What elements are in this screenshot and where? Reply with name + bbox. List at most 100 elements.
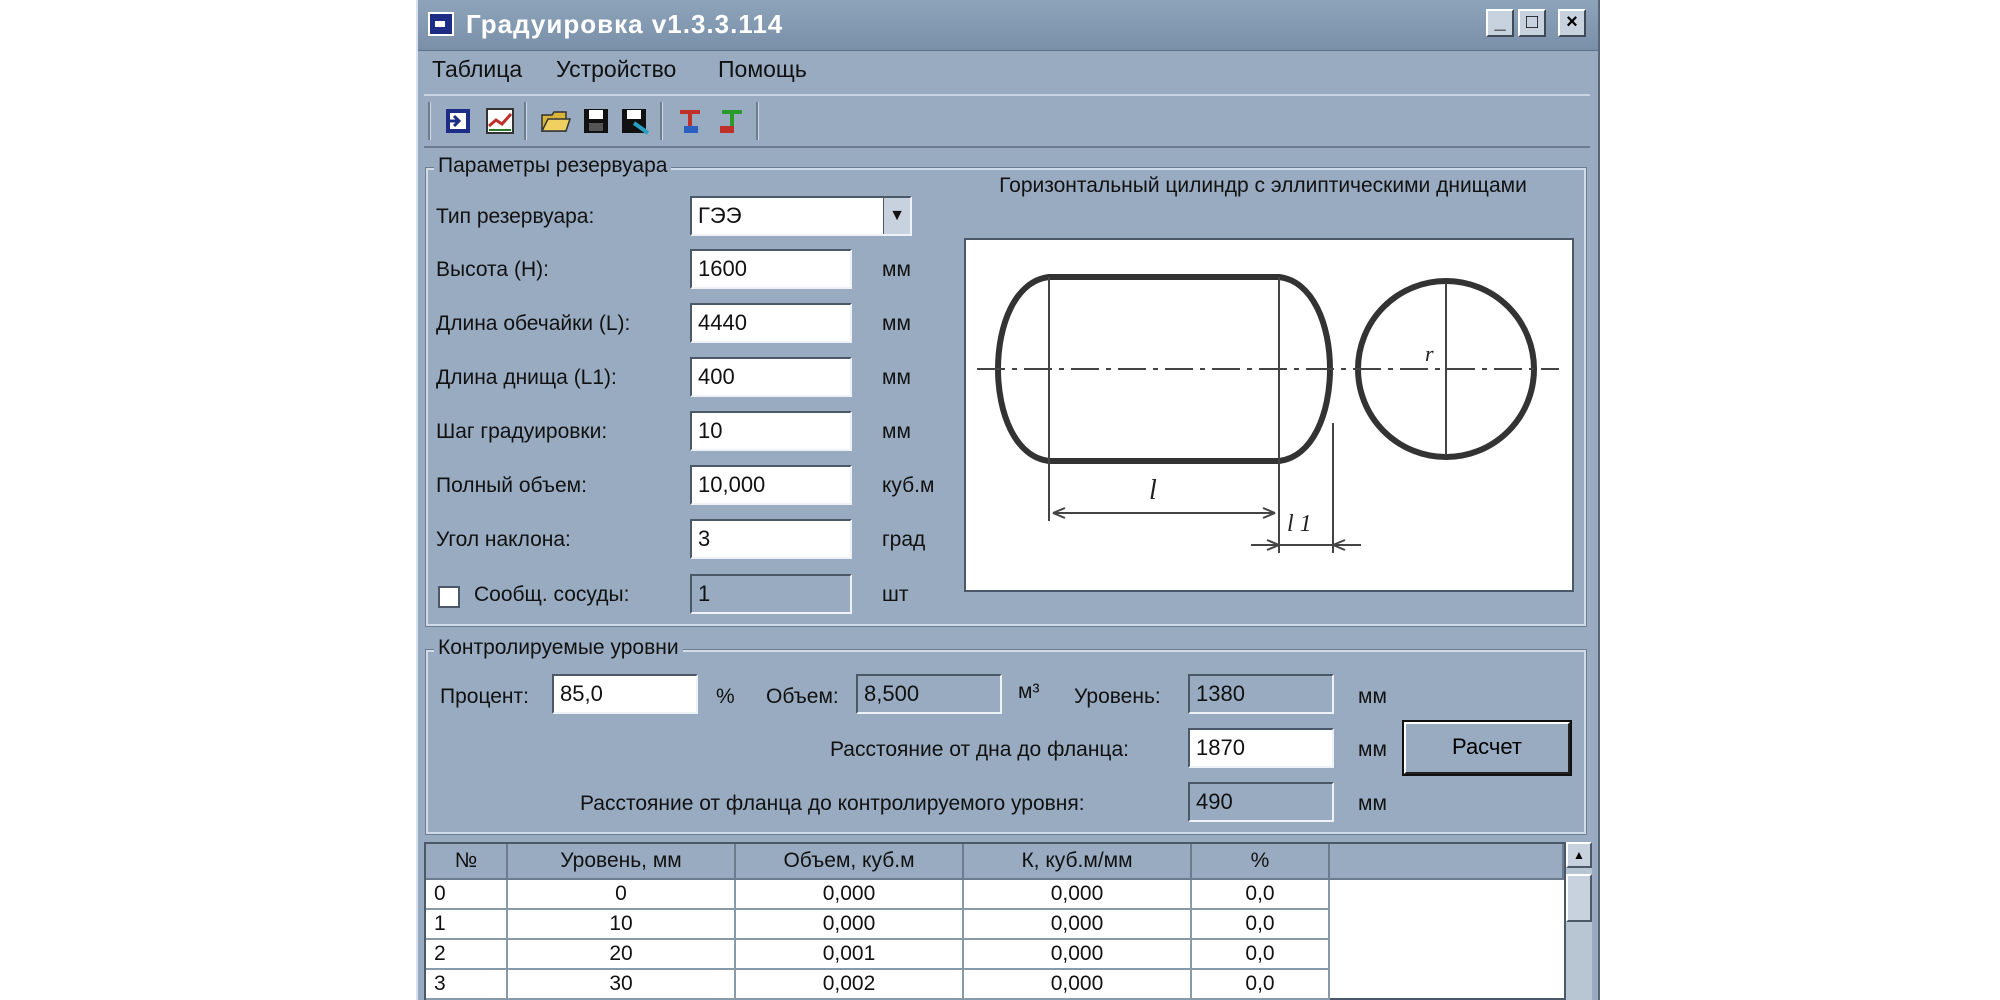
flange-distance-label: Расстояние от дна до фланца: <box>830 738 1129 761</box>
calibration-table[interactable]: № Уровень, мм Объем, куб.м К, куб.м/мм %… <box>424 842 1566 1000</box>
height-unit: мм <box>882 258 911 281</box>
vessels-unit: шт <box>882 583 909 606</box>
table-cell[interactable]: 0,002 <box>736 970 964 1000</box>
toolbar-separator <box>524 102 527 140</box>
flange-distance-unit: мм <box>1358 738 1387 761</box>
step-input[interactable]: 10 <box>690 411 852 451</box>
table-cell[interactable]: 1 <box>426 910 508 940</box>
column-header-volume[interactable]: Объем, куб.м <box>736 844 964 880</box>
tank-params-title: Параметры резервуара <box>434 154 672 178</box>
menu-bar: Таблица Устройство Помощь <box>418 50 1598 90</box>
table-cell[interactable]: 0 <box>508 880 736 910</box>
tank-diagram: l l 1 r <box>964 238 1574 592</box>
level-volume-field: 8,500 <box>856 674 1002 714</box>
height-input[interactable]: 1600 <box>690 249 852 289</box>
chevron-down-icon[interactable]: ▼ <box>883 198 910 234</box>
step-unit: мм <box>882 420 911 443</box>
full-volume-input[interactable]: 10,000 <box>690 465 852 505</box>
tank-type-value: ГЭЭ <box>698 203 742 228</box>
menu-help[interactable]: Помощь <box>718 56 807 83</box>
head-length-input[interactable]: 400 <box>690 357 852 397</box>
table-cell[interactable]: 0,000 <box>964 880 1192 910</box>
angle-unit: град <box>882 528 926 551</box>
column-header-percent[interactable]: % <box>1192 844 1330 880</box>
device-read-icon[interactable] <box>676 106 708 136</box>
column-header-coefficient[interactable]: К, куб.м/мм <box>964 844 1192 880</box>
table-cell[interactable]: 0,001 <box>736 940 964 970</box>
shell-length-input[interactable]: 4440 <box>690 303 852 343</box>
calculate-button[interactable]: Расчет <box>1402 720 1572 776</box>
step-label: Шаг градуировки: <box>436 420 608 443</box>
column-header-empty <box>1330 844 1564 880</box>
angle-label: Угол наклона: <box>436 528 571 551</box>
table-cell[interactable]: 3 <box>426 970 508 1000</box>
open-folder-icon[interactable] <box>540 106 572 136</box>
menu-device[interactable]: Устройство <box>556 56 676 83</box>
control-distance-label: Расстояние от фланца до контролируемого … <box>580 792 1085 815</box>
toolbar <box>424 94 1590 148</box>
height-label: Высота (H): <box>436 258 549 281</box>
toolbar-separator <box>660 102 663 140</box>
radius-mark: r <box>1425 341 1434 366</box>
diagram-lines <box>977 277 1559 553</box>
table-cell[interactable]: 0,000 <box>964 910 1192 940</box>
shell-length-mark: l <box>1149 475 1157 506</box>
table-cell[interactable]: 0,000 <box>964 940 1192 970</box>
percent-input[interactable]: 85,0 <box>552 674 698 714</box>
minimize-button[interactable]: _ <box>1486 9 1514 37</box>
save-as-icon[interactable] <box>618 106 650 136</box>
table-cell[interactable]: 2 <box>426 940 508 970</box>
toolbar-separator <box>428 102 431 140</box>
device-write-icon[interactable] <box>714 106 746 136</box>
vessels-label: Сообщ. сосуды: <box>474 583 630 606</box>
angle-input[interactable]: 3 <box>690 519 852 559</box>
vessels-input[interactable]: 1 <box>690 574 852 614</box>
exit-icon[interactable] <box>442 106 474 136</box>
table-cell[interactable]: 10 <box>508 910 736 940</box>
table-cell[interactable]: 0 <box>426 880 508 910</box>
window-title: Градуировка v1.3.3.114 <box>466 9 784 39</box>
head-length-unit: мм <box>882 366 911 389</box>
control-distance-unit: мм <box>1358 792 1387 815</box>
maximize-button[interactable]: □ <box>1518 9 1546 37</box>
table-cell[interactable]: 0,000 <box>964 970 1192 1000</box>
app-icon[interactable] <box>428 12 454 36</box>
toolbar-separator <box>756 102 759 140</box>
head-length-label: Длина днища (L1): <box>436 366 617 389</box>
vessels-checkbox[interactable] <box>438 586 460 608</box>
table-cell[interactable]: 0,0 <box>1192 910 1330 940</box>
head-length-mark: l 1 <box>1287 511 1312 537</box>
column-header-number[interactable]: № <box>426 844 508 880</box>
shell-length-unit: мм <box>882 312 911 335</box>
app-window: Градуировка v1.3.3.114 _ □ × Таблица Уст… <box>416 0 1600 1000</box>
table-cell[interactable]: 0,0 <box>1192 970 1330 1000</box>
save-icon[interactable] <box>580 106 612 136</box>
level-label: Уровень: <box>1074 685 1161 708</box>
percent-unit: % <box>716 685 735 708</box>
table-cell[interactable]: 20 <box>508 940 736 970</box>
shell-length-label: Длина обечайки (L): <box>436 312 631 335</box>
tank-diagram-svg: l l 1 r <box>977 274 1559 553</box>
level-volume-unit: м³ <box>1018 680 1040 703</box>
close-button[interactable]: × <box>1558 9 1586 37</box>
levels-title: Контролируемые уровни <box>434 636 683 660</box>
table-cell[interactable]: 0,000 <box>736 880 964 910</box>
table-cell[interactable]: 0,0 <box>1192 880 1330 910</box>
table-cell[interactable]: 0,0 <box>1192 940 1330 970</box>
table-scrollbar[interactable]: ▲ <box>1566 842 1592 1000</box>
diagram-title: Горизонтальный цилиндр с эллиптическими … <box>999 174 1527 197</box>
level-field: 1380 <box>1188 674 1334 714</box>
tank-type-label: Тип резервуара: <box>436 205 595 228</box>
table-cell[interactable]: 0,000 <box>736 910 964 940</box>
full-volume-label: Полный объем: <box>436 474 587 497</box>
scroll-up-icon[interactable]: ▲ <box>1566 842 1592 868</box>
title-bar[interactable]: Градуировка v1.3.3.114 _ □ × <box>418 0 1598 51</box>
chart-icon[interactable] <box>484 106 516 136</box>
column-header-level[interactable]: Уровень, мм <box>508 844 736 880</box>
menu-table[interactable]: Таблица <box>432 56 522 83</box>
tank-type-select[interactable]: ГЭЭ ▼ <box>690 196 912 236</box>
flange-distance-input[interactable]: 1870 <box>1188 728 1334 768</box>
level-unit: мм <box>1358 685 1387 708</box>
scroll-thumb[interactable] <box>1566 874 1592 922</box>
table-cell[interactable]: 30 <box>508 970 736 1000</box>
